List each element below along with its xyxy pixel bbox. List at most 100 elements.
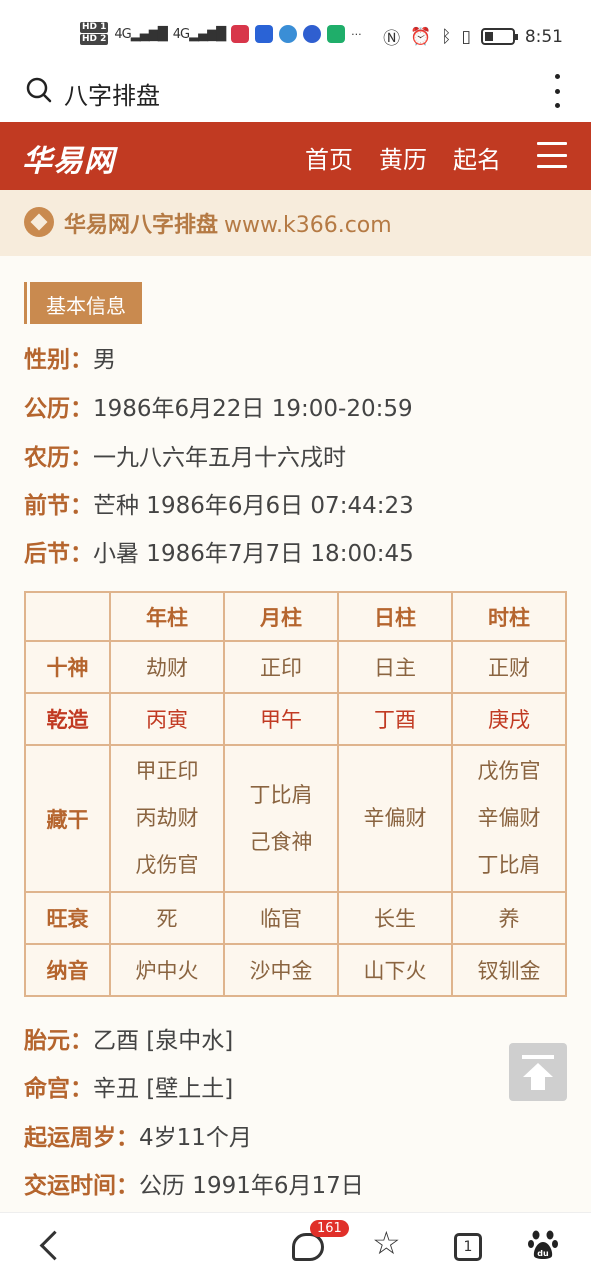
table-cell: 钗钏金: [451, 943, 567, 997]
site-nav: 首页 黄历 起名: [305, 140, 501, 175]
more-notifications: ···: [351, 27, 362, 41]
table-cell: 正印: [223, 640, 339, 694]
table-cell: 沙中金: [223, 943, 339, 997]
table-cell: 丁比肩 己食神: [223, 744, 339, 893]
cell-line: 丁比肩: [477, 853, 541, 877]
info-value: 男: [93, 347, 116, 373]
bluetooth-icon: ᛒ: [441, 26, 452, 47]
menu-icon[interactable]: [537, 142, 567, 168]
info-row-jiaoyun: 交运时间：公历 1991年6月17日: [24, 1166, 364, 1200]
info-key: 后节：: [24, 541, 93, 567]
scroll-to-top-button[interactable]: [509, 1043, 567, 1101]
cell-line: 戊伤官: [135, 853, 199, 877]
nav-almanac-link[interactable]: 黄历: [379, 140, 427, 175]
star-icon[interactable]: ☆: [372, 1225, 401, 1261]
baidu-paw-icon[interactable]: du: [528, 1229, 558, 1261]
baidu-notification-icon: [303, 25, 322, 43]
alarm-icon: ⏰: [410, 26, 432, 47]
table-cell: 丁酉: [337, 692, 453, 746]
info-row-prev-term: 前节：芒种 1986年6月6日 07:44:23: [24, 486, 414, 520]
back-icon[interactable]: [38, 1231, 58, 1261]
diamond-icon: [24, 207, 54, 237]
app-notification-icon: [255, 25, 274, 43]
signal1-label: 4G: [114, 26, 131, 42]
hd2-label: HD 2: [80, 34, 109, 45]
table-header-cell: 时柱: [451, 591, 567, 642]
row-label: 十神: [24, 640, 111, 694]
nav-home-link[interactable]: 首页: [305, 140, 353, 175]
info-key: 胎元：: [24, 1028, 93, 1054]
table-row-shishen: 十神 劫财 正印 日主 正财: [24, 640, 567, 694]
banner-title-text: 华易网八字排盘: [64, 213, 219, 238]
table-header-cell: 年柱: [109, 591, 225, 642]
signal1-icon: 4G▂▄▆█: [114, 26, 167, 42]
clock: 8:51: [524, 26, 563, 47]
status-right: Ⓝ ⏰ ᛒ ▯ 8:51: [383, 24, 563, 50]
table-row-wangshuai: 旺衰 死 临官 长生 养: [24, 891, 567, 945]
table-header-cell: [24, 591, 111, 642]
comments-icon[interactable]: [292, 1233, 324, 1261]
cell-line: 丁比肩: [249, 782, 313, 807]
battery-icon: [480, 28, 518, 45]
table-row-canggan: 藏干 甲正印 丙劫财 戊伤官 丁比肩 己食神 辛偏财 戊伤官 辛偏财 丁比肩: [24, 744, 567, 893]
site-logo[interactable]: 华易网: [22, 136, 115, 180]
browser-bottom-nav: ☆ 1 du: [0, 1212, 591, 1280]
info-value: 辛丑 [壁上土]: [93, 1076, 234, 1102]
nfc-icon: Ⓝ: [383, 29, 401, 49]
table-cell: 炉中火: [109, 943, 225, 997]
info-row-qiyun: 起运周岁：4岁11个月: [24, 1118, 252, 1152]
info-row-gender: 性别：男: [24, 340, 116, 374]
row-label: 乾造: [24, 692, 111, 746]
up-arrow-stem: [531, 1076, 545, 1090]
tabs-icon[interactable]: 1: [454, 1233, 482, 1261]
table-cell: 丙寅: [109, 692, 225, 746]
table-header-cell: 月柱: [223, 591, 339, 642]
cell-line: 丙劫财: [135, 806, 199, 830]
search-icon: [26, 77, 52, 103]
row-label: 旺衰: [24, 891, 111, 945]
table-cell: 死: [109, 891, 225, 945]
table-row-qianzao: 乾造 丙寅 甲午 丁酉 庚戌: [24, 692, 567, 746]
comments-badge: 161: [310, 1220, 349, 1237]
row-label: 纳音: [24, 943, 111, 997]
info-key: 前节：: [24, 493, 93, 519]
table-cell: 辛偏财: [337, 744, 453, 893]
info-key: 性别：: [24, 347, 93, 373]
table-cell: 戊伤官 辛偏财 丁比肩: [451, 744, 567, 893]
table-cell: 劫财: [109, 640, 225, 694]
row-label: 藏干: [24, 744, 111, 893]
hd-indicator: HD 1 HD 2: [80, 22, 109, 46]
scroll-top-icon: [522, 1055, 554, 1059]
status-left: HD 1 HD 2 4G▂▄▆█ 4G▂▄▆█ ···: [80, 22, 362, 46]
up-arrow-icon: [523, 1063, 553, 1077]
site-header: 华易网 首页 黄历 起名: [0, 122, 591, 190]
banner-title: 华易网八字排盘 www.k366.com: [64, 207, 392, 239]
nav-naming-link[interactable]: 起名: [453, 140, 501, 175]
section-title-label: 基本信息: [30, 282, 142, 324]
info-row-lunar: 农历：一九八六年五月十六戌时: [24, 438, 346, 472]
table-cell: 日主: [337, 640, 453, 694]
site-banner: 华易网八字排盘 www.k366.com: [0, 190, 591, 256]
app-notification-icon: [279, 25, 298, 43]
table-cell: 甲午: [223, 692, 339, 746]
table-cell: 养: [451, 891, 567, 945]
app-notification-icon: [327, 25, 346, 43]
table-cell: 甲正印 丙劫财 戊伤官: [109, 744, 225, 893]
browser-search-bar[interactable]: 八字排盘: [0, 66, 591, 122]
info-value: 4岁11个月: [139, 1125, 252, 1151]
table-cell: 临官: [223, 891, 339, 945]
cell-line: 辛偏财: [477, 806, 541, 830]
info-key: 起运周岁：: [24, 1125, 139, 1151]
table-cell: 山下火: [337, 943, 453, 997]
app-notification-icon: [231, 25, 250, 43]
more-menu-icon[interactable]: [553, 74, 561, 108]
info-value: 芒种 1986年6月6日 07:44:23: [93, 493, 414, 519]
info-key: 公历：: [24, 396, 93, 422]
search-query[interactable]: 八字排盘: [64, 76, 160, 111]
info-value: 乙酉 [泉中水]: [93, 1028, 234, 1054]
info-row-next-term: 后节：小暑 1986年7月7日 18:00:45: [24, 534, 414, 568]
info-value: 一九八六年五月十六戌时: [93, 445, 346, 471]
section-title: 基本信息: [24, 282, 142, 324]
banner-url: www.k366.com: [224, 213, 392, 238]
cell-line: 己食神: [249, 829, 313, 854]
